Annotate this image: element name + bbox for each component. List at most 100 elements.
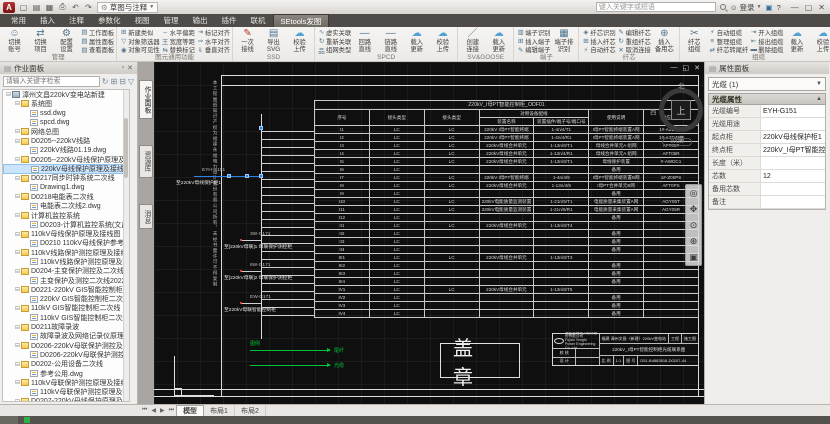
tree-item[interactable]: ⊟D0206-220kV母联保护测控及二次线: [3, 341, 129, 350]
纤芯识别-button[interactable]: ◈纤芯识别: [581, 28, 615, 37]
ribbon-tab-联机[interactable]: 联机: [244, 14, 273, 27]
配置设置-button[interactable]: ⚙配置设置: [54, 27, 79, 54]
selection-grip[interactable]: [227, 174, 231, 178]
side-tab-消息[interactable]: 消息: [139, 204, 153, 230]
校验上传-button[interactable]: ☁校验上传: [287, 27, 312, 54]
载入更新-button[interactable]: ☁载入更新: [404, 27, 429, 54]
载入更新-button[interactable]: ☁载入更新: [784, 27, 809, 54]
tree-item[interactable]: ssd.dwg: [3, 109, 129, 118]
重组纤芯-button[interactable]: ↻重组纤芯: [617, 37, 651, 46]
删除组缆-button[interactable]: ▬删除组缆: [749, 45, 783, 54]
close-icon[interactable]: ✕: [127, 64, 133, 72]
导出SVG-button[interactable]: ▤导出SVG: [261, 27, 286, 54]
property-value[interactable]: 220kV_I母PT智能控制柜: [761, 144, 825, 156]
垂直对齐-button[interactable]: ⇓垂直对齐: [196, 45, 230, 54]
a360-icon[interactable]: ▣: [765, 3, 772, 12]
tree-expander-icon[interactable]: ⊟: [14, 156, 21, 163]
tree-item[interactable]: D0210 110kV母线保护参考.dwg: [3, 239, 129, 248]
search-icon[interactable]: [720, 4, 726, 10]
filter-icon[interactable]: ▽: [128, 77, 134, 86]
side-tab-资源库[interactable]: 资源库: [139, 145, 153, 177]
tree-item[interactable]: ⊟110kV GIS智能控制柜二次线: [3, 304, 129, 313]
ribbon-tab-常用[interactable]: 常用: [4, 14, 33, 27]
tree-expander-icon[interactable]: ⊟: [14, 286, 21, 293]
cable-line[interactable]: [242, 271, 261, 272]
对象筛选器-button[interactable]: ▽对象筛选器: [119, 37, 159, 46]
纤芯组缆-button[interactable]: ✂纤芯组缆: [682, 27, 707, 54]
切换账号-button[interactable]: ☺切换账号: [2, 27, 27, 54]
tree-item[interactable]: 220kV线路01.19.dwg: [3, 146, 129, 155]
workspace-dropdown[interactable]: ⚙ 草图与注释 ▼: [97, 2, 158, 13]
自动纤芯-button[interactable]: ⚡自动纤芯: [581, 45, 615, 54]
close-button[interactable]: ✕: [818, 3, 825, 12]
sign-in-button[interactable]: ☺ 登录 ▼: [730, 2, 762, 13]
next-icon[interactable]: ▶: [158, 407, 167, 414]
取消连接-button[interactable]: ✕取消连接: [617, 45, 651, 54]
drawing-canvas[interactable]: — ◱ ✕ 本工程图纸知识产权为福建永福电力设计股份有限公司所有，未经书面许可不…: [154, 62, 704, 404]
nav-wheel-icon[interactable]: ◎: [690, 188, 698, 199]
tree-expander-icon[interactable]: ⊟: [14, 398, 21, 402]
layout-tab-布局2[interactable]: 布局2: [235, 405, 266, 416]
tree-item[interactable]: D0206-220kV母联保护测控及二次线.dw: [3, 350, 129, 359]
tree-item[interactable]: ⊟D0205--220kV母线保护原理及接线图: [3, 155, 129, 164]
tree-expander-icon[interactable]: ⊟: [14, 379, 21, 386]
tree-item[interactable]: ⊟D0211故障录波: [3, 322, 129, 331]
替换标记-button[interactable]: ⇆替换标记: [161, 45, 195, 54]
undo-icon[interactable]: ↶: [70, 3, 81, 12]
校验上传-button[interactable]: ☁校验上传: [810, 27, 830, 54]
expand-all-icon[interactable]: ⊞: [110, 77, 117, 86]
一次接线-button[interactable]: ✎一次接线: [235, 27, 260, 54]
宽度等距-button[interactable]: 王宽度等距: [161, 37, 195, 46]
新建类似-button[interactable]: ⊞新建类似: [119, 28, 159, 37]
tree-expander-icon[interactable]: ⊟: [14, 324, 21, 331]
ribbon-tab-视图[interactable]: 视图: [128, 14, 157, 27]
collapse-all-icon[interactable]: ⊟: [119, 77, 126, 86]
viewcube-north[interactable]: 北: [678, 80, 685, 90]
property-value[interactable]: [761, 157, 825, 169]
tree-expander-icon[interactable]: ⊟: [14, 138, 21, 145]
整理组缆-button[interactable]: ≡整理组缆: [708, 37, 748, 46]
对象可见性-button[interactable]: ◉对象可见性: [119, 45, 159, 54]
last-icon[interactable]: ⏭: [167, 407, 176, 414]
tree-item[interactable]: spcd.dwg: [3, 118, 129, 127]
工作面板-button[interactable]: ▤工作面板: [80, 28, 114, 37]
tree-expander-icon[interactable]: ⊟: [14, 212, 21, 219]
layout-tab-布局1[interactable]: 布局1: [204, 405, 235, 416]
cable-line[interactable]: [242, 303, 261, 304]
自动组缆-button[interactable]: ⚡自动组缆: [708, 28, 748, 37]
ribbon-tab-参数化[interactable]: 参数化: [91, 14, 128, 27]
help-icon[interactable]: ?: [777, 3, 781, 12]
开入组缆-button[interactable]: ⇥开入组缆: [749, 28, 783, 37]
tree-search-input[interactable]: [3, 76, 100, 87]
tree-item[interactable]: ⊟漳州文昌220kV变电站新建: [3, 90, 129, 99]
tree-item[interactable]: 110kV母联保护测控原理及接线图.dwg: [3, 388, 129, 397]
object-type-dropdown[interactable]: 光缆 (1) ▼: [708, 77, 826, 91]
tree-item[interactable]: ⊟110kV线路保护测控原理及接线图: [3, 248, 129, 257]
ribbon-tab-注释[interactable]: 注释: [62, 14, 91, 27]
端子排识别-button[interactable]: ▦端子排识别: [551, 27, 576, 54]
切换项目-button[interactable]: ⇄切换项目: [28, 27, 53, 54]
编辑纤芯-button[interactable]: ✎编辑纤芯: [617, 28, 651, 37]
创建连接-button[interactable]: ／创建连接: [460, 27, 485, 54]
tree-item[interactable]: 电能表二次线2.dwg: [3, 202, 129, 211]
pan-icon[interactable]: ✥: [690, 204, 698, 215]
tree-item[interactable]: 主变保护及测控二次线2022.01.13 (1).dwg: [3, 276, 129, 285]
tree-expander-icon[interactable]: ⊟: [14, 175, 21, 182]
tree-item[interactable]: 220kV GIS智能控制柜二次线03.03.dwg: [3, 295, 129, 304]
tree-item[interactable]: ⊟D0217同步时钟系统二次线: [3, 174, 129, 183]
tree-expander-icon[interactable]: ⊟: [14, 342, 21, 349]
property-value[interactable]: 220kV母线保护柜1: [761, 131, 825, 143]
插入备用芯-button[interactable]: ⊕插入备用芯: [652, 27, 677, 54]
plot-icon[interactable]: ⎙: [57, 2, 68, 12]
doc-close-button[interactable]: ✕: [694, 64, 700, 72]
selection-grip[interactable]: [245, 174, 249, 178]
tree-item[interactable]: ⊟D0204-主变保护测控及二次线: [3, 267, 129, 276]
接出组缆-button[interactable]: ⇤接出组缆: [749, 37, 783, 46]
插入纤芯-button[interactable]: ⊞插入纤芯: [581, 37, 615, 46]
tree-expander-icon[interactable]: ⊟: [14, 128, 21, 135]
查看面板-button[interactable]: ▤查看面板: [80, 45, 114, 54]
cable-line[interactable]: [242, 240, 261, 241]
wcs-button[interactable]: WCS: [662, 138, 692, 146]
校验上传-button[interactable]: ☁校验上传: [430, 27, 455, 54]
property-value[interactable]: [761, 183, 825, 195]
